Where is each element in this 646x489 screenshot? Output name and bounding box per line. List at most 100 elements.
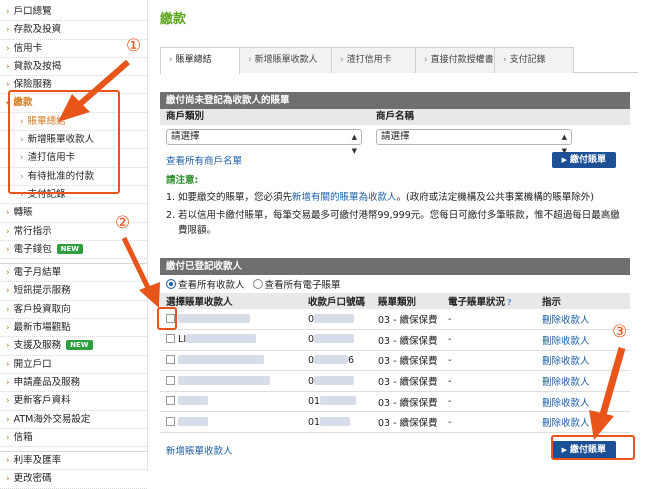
chevron-right-icon: › (6, 432, 10, 443)
redacted-text (178, 416, 209, 426)
annotation-number-1: ① (126, 36, 142, 56)
redacted-text (314, 334, 355, 344)
delete-payee-link[interactable]: 刪除收款人 (542, 418, 590, 429)
new-badge: NEW (56, 243, 83, 254)
payee-checkbox[interactable] (166, 396, 175, 406)
new-badge: NEW (66, 340, 93, 351)
sidebar-item-update-info[interactable]: › 更新客戶資料 (0, 392, 147, 411)
chevron-right-icon: › (6, 268, 10, 279)
radio-all-ebills[interactable]: 查看所有電子賬單 (252, 277, 341, 291)
highlight-box-payment-menu (8, 90, 120, 194)
merchant-name-select[interactable]: 請選擇 ▲ ▼ (376, 129, 572, 155)
sidebar-item-loans[interactable]: › 貸款及按揭 (0, 58, 147, 77)
table-row: 01 03 - 續保保費 - 刪除收款人 (160, 411, 630, 434)
page-title: 繳款 (160, 12, 187, 27)
sidebar-item-mailbox[interactable]: › 信箱 (0, 429, 147, 448)
chevron-right-icon: › (6, 377, 10, 388)
chevron-right-icon: › (424, 55, 428, 65)
radio-empty-icon (252, 279, 263, 289)
radio-all-payees[interactable]: 查看所有收款人 (166, 277, 245, 291)
col-header-account: 收款戶口號碼 (302, 293, 372, 309)
updown-caret-icon: ▲ ▼ (561, 133, 567, 155)
tab-direct-debit[interactable]: › 直接付款授權書 (415, 47, 495, 73)
tab-sc-credit-card[interactable]: › 渣打信用卡 (331, 47, 416, 73)
chevron-right-icon: › (6, 323, 10, 334)
redacted-text (178, 375, 271, 385)
sidebar-item-accounts[interactable]: › 戶口總覽 (0, 3, 147, 22)
sidebar-item-open-account[interactable]: › 開立戶口 (0, 356, 147, 374)
sidebar: › 戶口總覽 › 存款及投資 › 信用卡 › 貸款及按揭 › 保險服務 ▾ 繳款 › 賬單總結… (0, 0, 148, 489)
chevron-right-icon: › (6, 396, 10, 407)
col-header-bill-type: 賬單類別 (372, 293, 442, 309)
view-filter: 查看所有收款人 查看所有電子賬單 (160, 275, 630, 293)
sidebar-item-credit-card[interactable]: › 信用卡 (0, 40, 147, 58)
highlight-box-pay-button (551, 435, 635, 460)
col-header-select-payee: 選擇賬單收款人 (160, 293, 302, 309)
delete-payee-link[interactable]: 刪除收款人 (542, 377, 590, 388)
col-header-ebill-status: 電子賬單狀況? (442, 293, 536, 309)
notice-title: 請注意: (166, 175, 199, 186)
delete-payee-link[interactable]: 刪除收款人 (542, 315, 590, 326)
merchant-labels: 商戶類別 商戶名稱 (160, 109, 630, 125)
view-all-merchants-link[interactable]: 查看所有商戶名單 (166, 153, 242, 167)
chevron-right-icon: › (6, 359, 10, 370)
table-row: 06 03 - 續保保費 - 刪除收款人 (160, 350, 630, 372)
sidebar-item-e-statement[interactable]: › 電子月結單 (0, 264, 147, 283)
sidebar-item-sms-alerts[interactable]: › 短訊提示服務 (0, 282, 147, 301)
chevron-right-icon: › (6, 304, 10, 315)
sidebar-item-market-views[interactable]: › 最新市場觀點 (0, 319, 147, 338)
chevron-right-icon: › (6, 208, 10, 219)
chevron-right-icon: › (6, 414, 10, 425)
chevron-right-icon: › (6, 25, 10, 36)
payee-checkbox[interactable] (166, 354, 175, 364)
add-payee-link[interactable]: 新增賬單收款人 (166, 443, 233, 457)
table-row: LI 0 03 - 續保保費 - 刪除收款人 (160, 329, 630, 351)
merchant-actions: 查看所有商戶名單 ▶ 繳付賬單 (160, 149, 630, 171)
merchant-category-select[interactable]: 請選擇 ▲ ▼ (166, 129, 362, 155)
help-icon[interactable]: ? (507, 298, 512, 307)
notice-item-1: 1. 如要繳交的賬單，您必須先新增有關的賬單為收款人。(政府或法定機構及公共事業機… (166, 192, 594, 203)
delete-payee-link[interactable]: 刪除收款人 (542, 398, 590, 409)
table-header-row: 選擇賬單收款人 收款戶口號碼 賬單類別 電子賬單狀況? 指示 (160, 293, 630, 309)
annotation-number-3: ③ (612, 322, 628, 342)
redacted-text (320, 396, 357, 406)
redacted-text (178, 313, 251, 323)
chevron-right-icon: › (6, 474, 10, 485)
tab-bill-summary[interactable]: › 賬單總結 (160, 47, 240, 74)
payee-checkbox[interactable] (166, 375, 175, 385)
redacted-text (320, 416, 351, 426)
chevron-right-icon: › (6, 43, 10, 54)
tab-payment-history[interactable]: › 支付記錄 (494, 47, 574, 73)
chevron-right-icon: › (6, 226, 10, 237)
col-header-action: 指示 (536, 293, 630, 309)
sidebar-item-rates[interactable]: › 利率及匯率 (0, 452, 147, 471)
redacted-text (186, 334, 257, 344)
delete-payee-link[interactable]: 刪除收款人 (542, 336, 590, 347)
chevron-right-icon: › (6, 244, 10, 255)
add-payee-inline-link[interactable]: 新增有關的賬單為收款人 (292, 192, 397, 203)
sidebar-item-atm-overseas[interactable]: › ATM海外交易設定 (0, 411, 147, 429)
sidebar-item-e-wallet[interactable]: › 電子錢包 NEW (0, 241, 147, 260)
chevron-right-icon: › (6, 61, 10, 72)
main-content: 繳款 › 賬單總結 › 新增賬單收款人 › 渣打信用卡 › 直接付款授權書 › 支付記錄 … (160, 0, 638, 460)
tab-add-payee[interactable]: › 新增賬單收款人 (239, 47, 332, 73)
sidebar-item-support[interactable]: › 支援及服務 NEW (0, 337, 147, 356)
sidebar-item-apply[interactable]: › 申請產品及服務 (0, 374, 147, 393)
delete-payee-link[interactable]: 刪除收款人 (542, 356, 590, 367)
payee-checkbox[interactable] (166, 416, 175, 426)
radio-selected-icon (166, 279, 176, 289)
notice-item-2: 2. 若以信用卡繳付賬單，每筆交易最多可繳付港幣99,999元。您每日可繳付多筆賬… (166, 210, 620, 236)
sidebar-item-deposits[interactable]: › 存款及投資 (0, 21, 147, 40)
sidebar-item-risk-profile[interactable]: › 客戶投資取向 (0, 301, 147, 320)
chevron-right-icon: › (6, 341, 10, 352)
payee-checkbox[interactable] (166, 334, 175, 344)
redacted-text (178, 354, 265, 364)
chevron-right-icon: › (6, 456, 10, 467)
chevron-right-icon: › (248, 55, 252, 65)
highlight-box-checkbox (157, 307, 177, 330)
panel-heading: 繳付已登記收款人 (160, 258, 630, 275)
panel-heading: 繳付尚未登記為收款人的賬單 (160, 92, 630, 109)
redacted-text (178, 396, 209, 406)
chevron-right-icon: › (6, 7, 10, 17)
sidebar-item-change-password[interactable]: › 更改密碼 (0, 470, 147, 489)
